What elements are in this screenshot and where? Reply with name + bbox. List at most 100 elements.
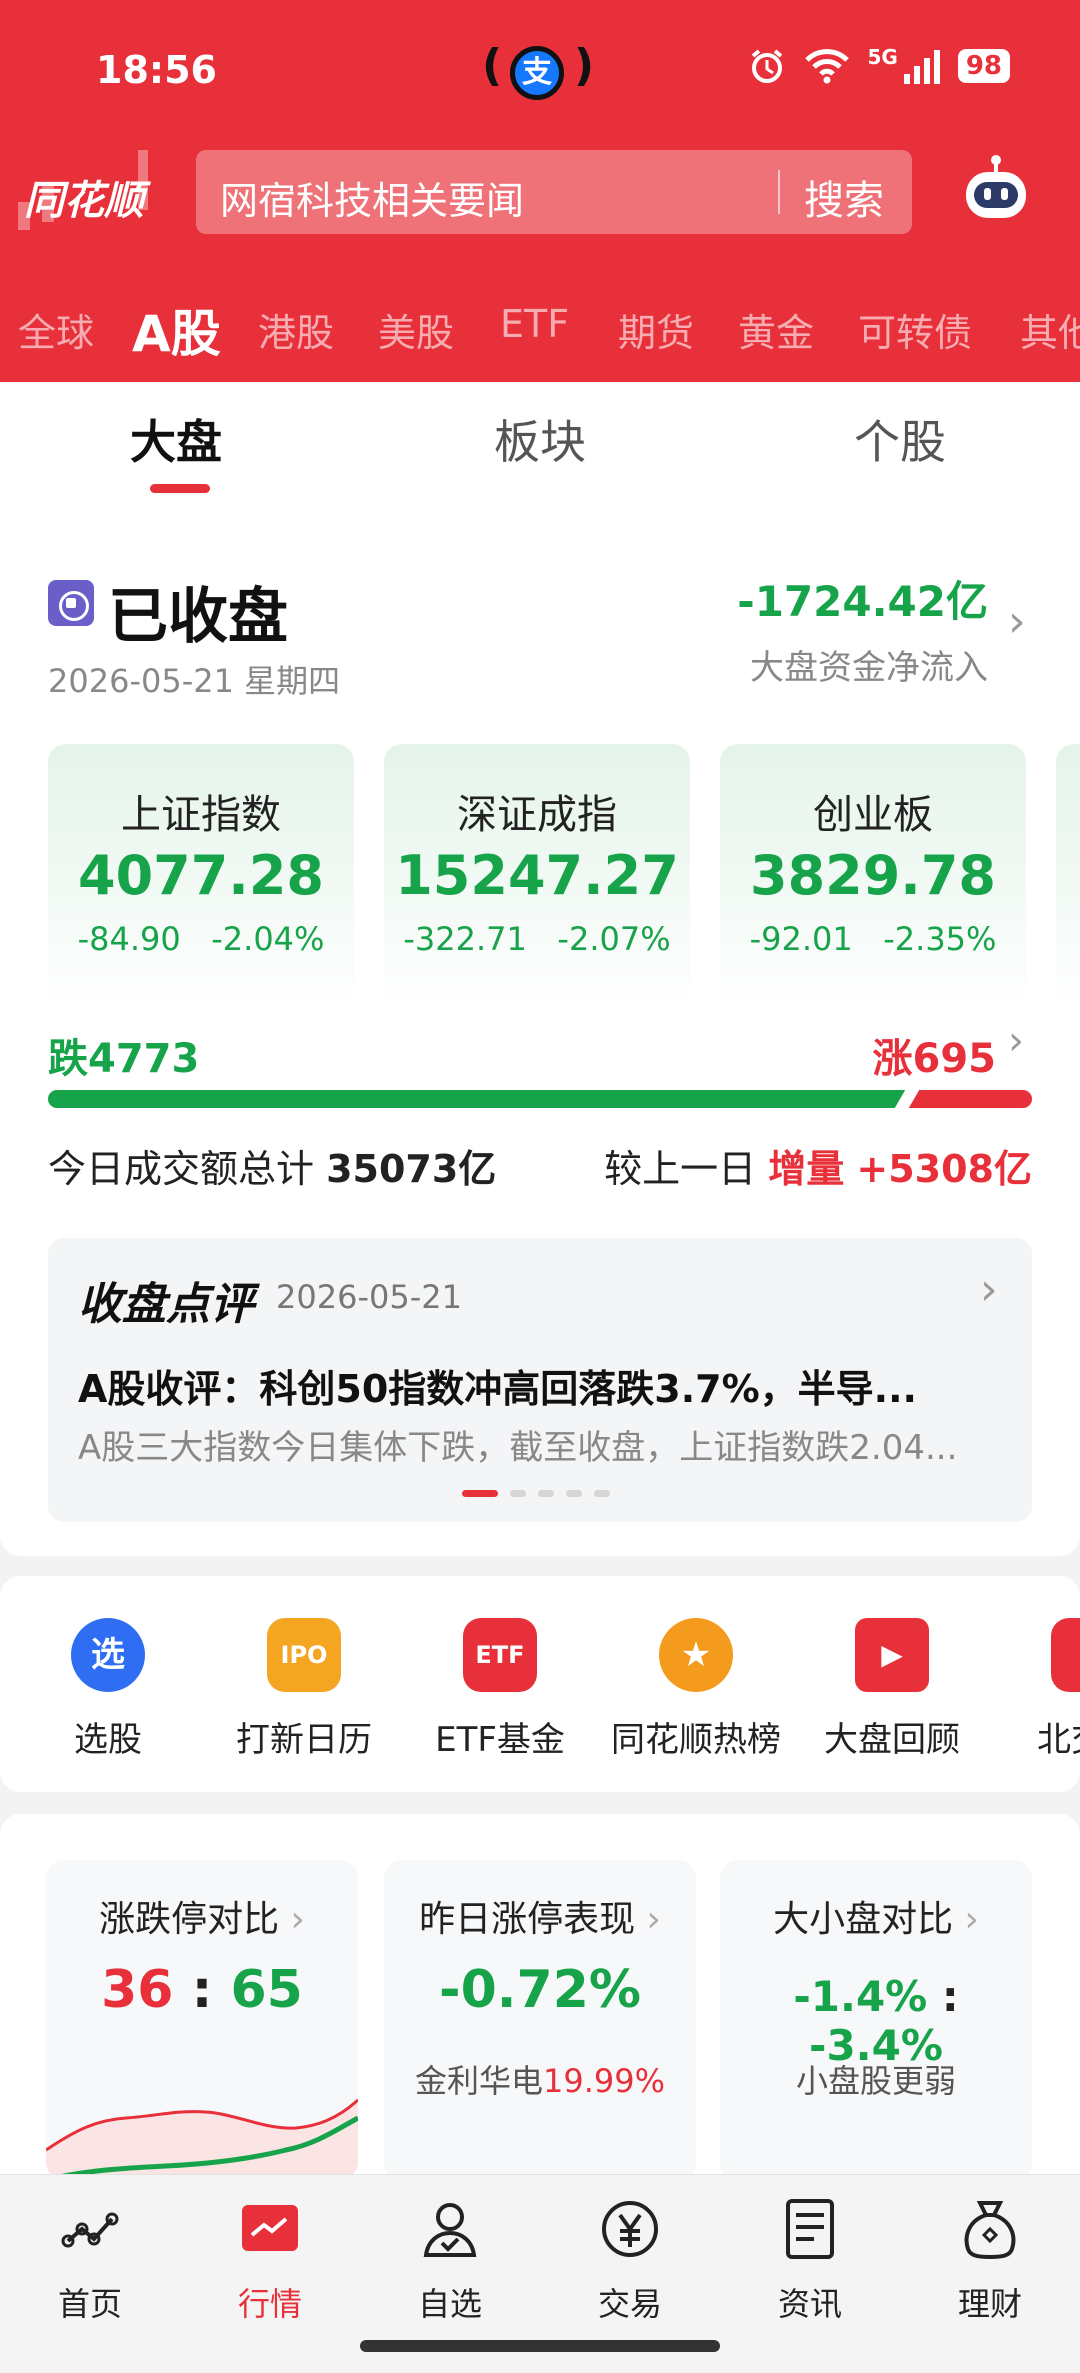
stat-title: 涨跌停对比 › — [99, 1899, 305, 1940]
alipay-icon: 支 — [510, 46, 564, 100]
subtab-sectors[interactable]: 板块 — [494, 406, 586, 472]
search-button[interactable]: 搜索 — [804, 168, 884, 226]
index-change: -84.90 -2.04% — [77, 920, 325, 958]
shortcut-hot-list[interactable]: ★ 同花顺热榜 — [606, 1618, 786, 1761]
battery-indicator: 98 — [957, 49, 1010, 83]
rise-count: 涨695 — [872, 1036, 997, 1082]
stat-title: 大小盘对比 › — [773, 1899, 979, 1940]
nav-market[interactable]: 行情 — [180, 2197, 360, 2325]
alipay-indicator: ( 支 ) — [482, 40, 594, 102]
market-tab-gold[interactable]: 黄金 — [738, 302, 814, 356]
nav-trade[interactable]: 交易 — [540, 2197, 720, 2325]
review-title: A股收评：科创50指数冲高回落跌3.7%，半导... — [78, 1367, 917, 1411]
market-chart-icon — [242, 2205, 298, 2251]
status-time: 18:56 — [96, 48, 217, 92]
index-name: 创业板 — [813, 792, 933, 838]
breadth-fall-segment — [48, 1090, 907, 1108]
subtab-stocks[interactable]: 个股 — [854, 406, 946, 472]
market-tab-futures[interactable]: 期货 — [618, 302, 694, 356]
limit-compare-card[interactable]: 涨跌停对比 › 36 : 65 — [46, 1860, 358, 2180]
alarm-icon — [752, 49, 783, 83]
app-logo[interactable]: 同花顺 — [24, 168, 144, 226]
app-header: 18:56 ( 支 ) 5G 98 同花顺 网宿科技相关要闻 搜索 全球 A股 … — [0, 0, 1080, 382]
carousel-dots — [462, 1490, 610, 1497]
size-compare-note: 小盘股更弱 — [795, 2062, 956, 2100]
fall-count: 跌4773 — [48, 1036, 200, 1082]
market-date: 2026-05-21 星期四 — [48, 662, 341, 700]
shortcut-market-review[interactable]: ▶ 大盘回顾 — [802, 1618, 982, 1761]
turnover-compare: 较上一日 增量 +5308亿 — [604, 1147, 1032, 1191]
review-chevron-icon[interactable]: › — [980, 1264, 998, 1315]
index-name: 上证指数 — [121, 792, 281, 838]
market-tab-other[interactable]: 其他 — [1020, 302, 1080, 356]
market-review-icon: ▶ — [855, 1618, 929, 1692]
signal-icon — [903, 50, 940, 84]
index-card-next-partial[interactable] — [1056, 744, 1080, 1006]
index-card-shenzhen[interactable]: 深证成指 15247.27 -322.71 -2.07% — [384, 744, 690, 1006]
market-tab-hk[interactable]: 港股 — [258, 302, 334, 356]
index-value: 4077.28 — [78, 844, 324, 907]
wifi-icon — [805, 49, 850, 84]
turnover-total: 今日成交额总计 35073亿 — [48, 1147, 497, 1191]
nav-watchlist[interactable]: 自选 — [360, 2197, 540, 2325]
index-value: 3829.78 — [750, 844, 996, 907]
index-card-chinext[interactable]: 创业板 3829.78 -92.01 -2.35% — [720, 744, 1026, 1006]
stat-title: 昨日涨停表现 › — [419, 1899, 661, 1940]
assistant-robot-icon[interactable] — [960, 154, 1032, 226]
nav-wealth[interactable]: 理财 — [900, 2197, 1080, 2325]
subtab-market[interactable]: 大盘 — [130, 406, 222, 472]
search-input[interactable]: 网宿科技相关要闻 — [220, 170, 524, 225]
market-tab-a-share[interactable]: A股 — [132, 296, 221, 356]
review-brand: 收盘点评 — [78, 1279, 254, 1330]
shortcut-etf-fund[interactable]: ETF ETF基金 — [410, 1618, 590, 1761]
trade-yuan-icon — [602, 2201, 658, 2257]
network-label: 5G — [867, 45, 898, 69]
yesterday-limit-stock: 金利华电19.99% — [414, 2062, 666, 2100]
market-tab-global[interactable]: 全球 — [18, 302, 94, 356]
market-tabs: 全球 A股 港股 美股 ETF 期货 黄金 可转债 其他 — [0, 296, 1080, 356]
search-divider — [778, 170, 780, 214]
search-bar[interactable]: 网宿科技相关要闻 搜索 — [196, 150, 912, 234]
limit-compare-value: 36 : 65 — [101, 1960, 303, 2020]
net-flow-chevron-icon[interactable]: › — [1008, 596, 1026, 647]
hot-list-icon: ★ — [659, 1618, 733, 1692]
home-indicator — [360, 2340, 720, 2352]
watchlist-user-icon — [423, 2203, 477, 2257]
breadth-ratio-bar — [48, 1090, 1032, 1108]
net-flow-label: 大盘资金净流入 — [750, 648, 988, 688]
net-flow-value[interactable]: -1724.42亿 — [737, 568, 988, 629]
size-compare-card[interactable]: 大小盘对比 › -1.4% : -3.4% 小盘股更弱 — [720, 1860, 1032, 2180]
bse-icon — [1051, 1618, 1080, 1692]
home-chart-icon — [61, 2212, 119, 2248]
limit-compare-sparkline — [46, 2098, 358, 2180]
etf-fund-icon: ETF — [463, 1618, 537, 1692]
index-name: 深证成指 — [457, 792, 617, 838]
shortcut-bse[interactable]: 北交所 — [998, 1618, 1080, 1761]
nav-news[interactable]: 资讯 — [720, 2197, 900, 2325]
breadth-rise-segment — [907, 1090, 1032, 1108]
index-change: -322.71 -2.07% — [403, 920, 671, 958]
market-closed-icon — [48, 580, 94, 626]
shortcut-row: 选 选股 IPO 打新日历 ETF ETF基金 ★ 同花顺热榜 ▶ 大盘回顾 北… — [0, 1576, 1080, 1792]
market-status-title: 已收盘 — [108, 582, 288, 652]
market-tab-etf[interactable]: ETF — [500, 302, 569, 346]
ipo-calendar-icon: IPO — [267, 1618, 341, 1692]
index-change: -92.01 -2.35% — [749, 920, 997, 958]
select-stock-icon: 选 — [71, 1618, 145, 1692]
index-value: 15247.27 — [395, 844, 679, 907]
market-tab-convertible[interactable]: 可转债 — [858, 302, 972, 356]
yesterday-limit-value: -0.72% — [439, 1960, 641, 2020]
review-summary: A股三大指数今日集体下跌，截至收盘，上证指数跌2.04... — [78, 1428, 958, 1468]
shortcut-ipo-calendar[interactable]: IPO 打新日历 — [214, 1618, 394, 1761]
news-document-icon — [786, 2199, 834, 2259]
review-date: 2026-05-21 — [276, 1278, 462, 1316]
breadth-chevron-icon[interactable]: › — [1008, 1018, 1024, 1064]
index-card-shanghai[interactable]: 上证指数 4077.28 -84.90 -2.04% — [48, 744, 354, 1006]
market-tab-us[interactable]: 美股 — [378, 302, 454, 356]
status-icons: 5G 98 — [747, 45, 1010, 86]
nav-home[interactable]: 首页 — [0, 2197, 180, 2325]
wealth-bag-icon — [964, 2201, 1016, 2260]
closing-review-card[interactable]: 收盘点评 2026-05-21 › A股收评：科创50指数冲高回落跌3.7%，半… — [48, 1238, 1032, 1522]
shortcut-select-stock[interactable]: 选 选股 — [18, 1618, 198, 1761]
yesterday-limit-card[interactable]: 昨日涨停表现 › -0.72% 金利华电19.99% — [384, 1860, 696, 2180]
